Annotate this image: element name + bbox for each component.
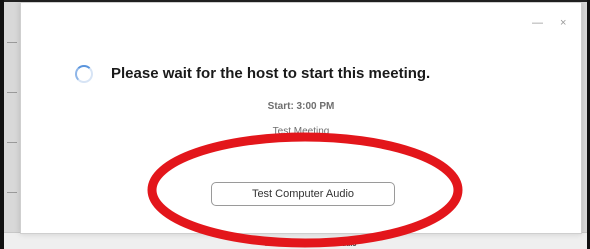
wait-for-host-message: Please wait for the host to start this m… bbox=[111, 65, 431, 82]
screenshot-stage: ...ic and Professional Audio — × Please … bbox=[0, 0, 590, 249]
meeting-start-time: Start: 3:00 PM bbox=[267, 101, 335, 112]
ruler-tick bbox=[7, 42, 17, 43]
ruler-tick bbox=[7, 192, 17, 193]
background-document-text: ...ic and Professional Audio bbox=[265, 241, 357, 248]
ruler-tick bbox=[7, 142, 17, 143]
ruler-tick bbox=[7, 92, 17, 93]
background-app-ruler bbox=[4, 2, 20, 249]
close-icon[interactable]: × bbox=[560, 17, 566, 29]
loading-spinner-icon bbox=[75, 65, 93, 83]
minimize-icon[interactable]: — bbox=[532, 17, 543, 29]
test-computer-audio-button[interactable]: Test Computer Audio bbox=[211, 182, 395, 206]
waiting-room-dialog: — × Please wait for the host to start th… bbox=[20, 2, 582, 234]
meeting-name: Test Meeting bbox=[272, 126, 330, 137]
